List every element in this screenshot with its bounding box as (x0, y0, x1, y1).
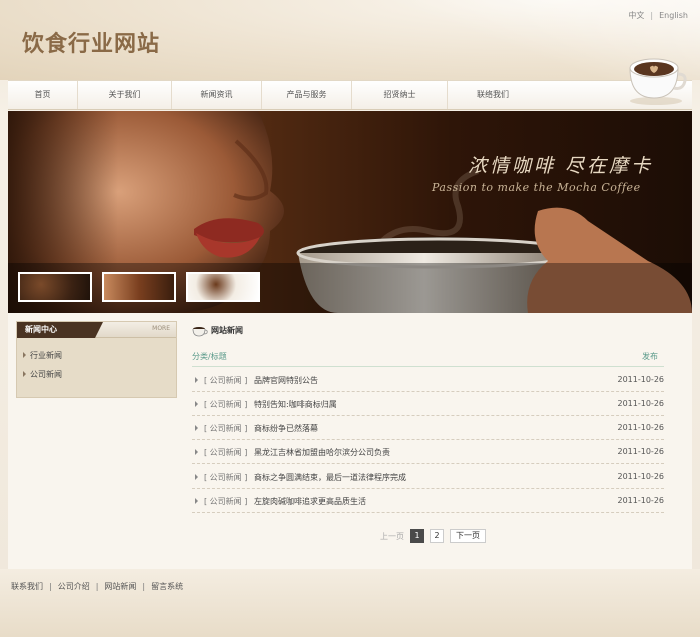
footer-link-about[interactable]: 公司介绍 (58, 582, 90, 591)
news-date: 2011-10-26 (617, 423, 665, 432)
nav-item-news[interactable]: 新闻资讯 (172, 81, 262, 109)
lang-english-link[interactable]: English (659, 11, 688, 20)
news-title-link[interactable]: 商标之争圆满结束，最后一道法律程序完成 (254, 472, 406, 483)
arrow-bullet-icon (195, 425, 198, 431)
news-row: [ 公司新闻 ] 商标纷争已然落幕 2011-10-26 (192, 416, 664, 440)
news-date: 2011-10-26 (617, 447, 665, 456)
sidebar-item-label: 行业新闻 (30, 351, 62, 360)
pagination-next[interactable]: 下一页 (450, 529, 486, 543)
sidebar-item-company-news[interactable]: 公司新闻 (23, 369, 62, 380)
news-column-header: 分类/标题 发布 (192, 351, 664, 367)
pagination-prev: 上一页 (380, 531, 404, 541)
arrow-bullet-icon (195, 401, 198, 407)
arrow-bullet-icon (195, 449, 198, 455)
news-title-link[interactable]: 黑龙江吉林省加盟由哈尔滨分公司负责 (254, 447, 390, 458)
hero-banner: 浓情咖啡 尽在摩卡 Passion to make the Mocha Coff… (8, 111, 692, 313)
news-category[interactable]: [ 公司新闻 ] (204, 496, 247, 507)
bullet-arrow-icon (23, 371, 26, 377)
news-row: [ 公司新闻 ] 黑龙江吉林省加盟由哈尔滨分公司负责 2011-10-26 (192, 440, 664, 464)
arrow-bullet-icon (195, 474, 198, 480)
nav-item-home[interactable]: 首页 (8, 81, 78, 109)
language-switcher: 中文 | English (628, 10, 688, 21)
news-date: 2011-10-26 (617, 375, 665, 384)
news-row: [ 公司新闻 ] 特别告知:咖啡商标归属 2011-10-26 (192, 392, 664, 416)
main-section-title: 网站新闻 (211, 326, 243, 335)
nav-item-about[interactable]: 关于我们 (78, 81, 172, 109)
news-center-sidebar: 新闻中心 MORE 行业新闻 公司新闻 (16, 321, 177, 398)
news-date: 2011-10-26 (617, 496, 665, 505)
sidebar-item-industry-news[interactable]: 行业新闻 (23, 350, 62, 361)
footer-separator: | (49, 582, 52, 591)
page: 饮食行业网站 中文 | English 首页 关于我们 新闻资讯 产品与服务 招贤纳… (0, 0, 700, 637)
lang-separator: | (650, 11, 654, 20)
arrow-bullet-icon (195, 498, 198, 504)
coffee-cup-logo-icon (629, 58, 687, 105)
coffee-cup-icon (192, 327, 208, 337)
banner-thumbnail-3[interactable] (186, 272, 260, 302)
main-nav: 首页 关于我们 新闻资讯 产品与服务 招贤纳士 联络我们 (8, 80, 692, 110)
nav-item-contact[interactable]: 联络我们 (448, 81, 538, 109)
arrow-bullet-icon (195, 377, 198, 383)
footer-link-news[interactable]: 网站新闻 (104, 582, 136, 591)
banner-slogan: 浓情咖啡 尽在摩卡 (468, 155, 654, 177)
sidebar-more-link[interactable]: MORE (152, 325, 170, 332)
sidebar-header: 新闻中心 MORE (17, 322, 176, 338)
news-category[interactable]: [ 公司新闻 ] (204, 423, 247, 434)
nav-item-careers[interactable]: 招贤纳士 (352, 81, 448, 109)
header: 饮食行业网站 (0, 0, 700, 80)
footer-links: 联系我们 | 公司介绍 | 网站新闻 | 留言系统 (11, 581, 183, 592)
pagination: 上一页 1 2 下一页 (380, 529, 492, 543)
nav-item-products[interactable]: 产品与服务 (262, 81, 352, 109)
news-row: [ 公司新闻 ] 左旋肉碱咖啡追求更高品质生活 2011-10-26 (192, 489, 664, 513)
news-row: [ 公司新闻 ] 品牌官网特别公告 2011-10-26 (192, 368, 664, 392)
news-title-link[interactable]: 商标纷争已然落幕 (254, 423, 318, 434)
news-date: 2011-10-26 (617, 472, 665, 481)
news-category[interactable]: [ 公司新闻 ] (204, 447, 247, 458)
news-category[interactable]: [ 公司新闻 ] (204, 375, 247, 386)
news-category[interactable]: [ 公司新闻 ] (204, 472, 247, 483)
footer-link-guestbook[interactable]: 留言系统 (151, 582, 183, 591)
site-title: 饮食行业网站 (22, 32, 161, 57)
news-row: [ 公司新闻 ] 商标之争圆满结束，最后一道法律程序完成 2011-10-26 (192, 465, 664, 489)
news-title-link[interactable]: 品牌官网特别公告 (254, 375, 318, 386)
column-category-title: 分类/标题 (192, 352, 227, 361)
column-date: 发布 (642, 352, 658, 361)
news-category[interactable]: [ 公司新闻 ] (204, 399, 247, 410)
sidebar-item-label: 公司新闻 (30, 370, 62, 379)
banner-thumbnail-2[interactable] (102, 272, 176, 302)
news-title-link[interactable]: 左旋肉碱咖啡追求更高品质生活 (254, 496, 366, 507)
sidebar-title: 新闻中心 (17, 322, 103, 338)
pagination-page-1[interactable]: 1 (410, 529, 424, 543)
banner-subtitle: Passion to make the Mocha Coffee (432, 181, 641, 194)
footer-link-contact[interactable]: 联系我们 (11, 582, 43, 591)
footer-separator: | (95, 582, 99, 591)
banner-thumbnail-1[interactable] (18, 272, 92, 302)
news-title-link[interactable]: 特别告知:咖啡商标归属 (254, 399, 337, 410)
footer-separator: | (142, 582, 146, 591)
lang-chinese-link[interactable]: 中文 (628, 11, 644, 20)
news-date: 2011-10-26 (617, 399, 665, 408)
bullet-arrow-icon (23, 352, 26, 358)
pagination-page-2[interactable]: 2 (430, 529, 444, 543)
content-area: 新闻中心 MORE 行业新闻 公司新闻 网站新闻 分类/标题 发布 [ 公司新闻… (8, 313, 692, 569)
footer: 联系我们 | 公司介绍 | 网站新闻 | 留言系统 (0, 569, 700, 637)
